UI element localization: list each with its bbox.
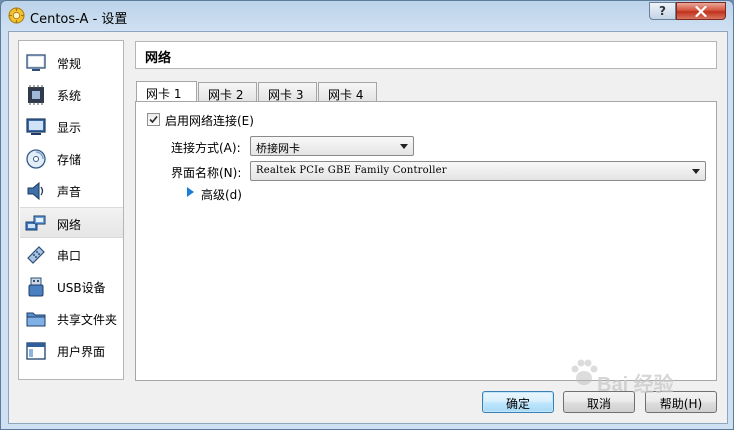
dialog-body: 常规 系统 显示 存储 声音 网络 串口 USB设备 共享文件夹 用户界面 网络… — [8, 31, 728, 424]
tab-label: 网卡 2 — [208, 88, 244, 102]
sidebar-item-label: 共享文件夹 — [57, 313, 118, 327]
sidebar-item-serial[interactable]: 串口 — [20, 239, 123, 270]
ok-button-label: 确定 — [505, 397, 530, 411]
cancel-button-label: 取消 — [586, 397, 611, 411]
cancel-button[interactable]: 取消 — [563, 391, 635, 413]
sidebar-item-label: 显示 — [57, 121, 82, 135]
help-button[interactable]: 帮助(H) — [645, 391, 717, 413]
sidebar-item-user-interface[interactable]: 用户界面 — [20, 335, 123, 366]
usb-icon — [28, 277, 44, 297]
sidebar-item-label: 网络 — [57, 218, 82, 232]
sidebar-item-display[interactable]: 显示 — [20, 111, 123, 142]
sidebar-item-label: 用户界面 — [57, 345, 106, 359]
user-interface-icon — [26, 342, 46, 360]
virtualbox-app-icon — [8, 7, 25, 24]
window-title: Centos-A - 设置 — [30, 12, 128, 27]
expand-arrow-icon[interactable] — [185, 186, 201, 198]
tab-label: 网卡 4 — [328, 88, 364, 102]
settings-sidebar: 常规 系统 显示 存储 声音 网络 串口 USB设备 共享文件夹 用户界面 — [18, 40, 124, 380]
help-icon: ? — [659, 4, 666, 18]
enable-network-checkbox[interactable] — [147, 113, 160, 126]
settings-window: Centos-A - 设置 ? 常规 系统 显示 存储 声音 网络 串口 USB… — [0, 0, 734, 430]
title-bar[interactable]: Centos-A - 设置 ? — [1, 1, 733, 31]
titlebar-close-button[interactable] — [676, 2, 726, 20]
close-icon — [695, 5, 707, 17]
sidebar-item-shared-folders[interactable]: 共享文件夹 — [20, 303, 123, 334]
tab-label: 网卡 3 — [268, 88, 304, 102]
serial-port-icon — [27, 246, 45, 264]
sidebar-item-label: 声音 — [57, 185, 82, 199]
tab-label: 网卡 1 — [146, 87, 182, 101]
display-icon — [26, 118, 46, 135]
help-button-label: 帮助(H) — [659, 397, 703, 411]
sidebar-item-label: USB设备 — [57, 281, 106, 295]
enable-network-label[interactable]: 启用网络连接(E) — [165, 112, 254, 129]
chevron-down-icon — [400, 144, 408, 149]
network-icon — [25, 215, 46, 231]
sidebar-item-usb[interactable]: USB设备 — [20, 271, 123, 302]
chip-system-icon — [28, 85, 44, 105]
titlebar-help-button[interactable]: ? — [649, 2, 676, 20]
sidebar-item-system[interactable]: 系统 — [20, 79, 123, 110]
sidebar-item-audio[interactable]: 声音 — [20, 175, 123, 206]
attached-to-value: 桥接网卡 — [256, 142, 300, 155]
attached-to-label: 连接方式(A): — [171, 141, 241, 155]
sidebar-item-storage[interactable]: 存储 — [20, 143, 123, 174]
speaker-icon — [27, 181, 44, 201]
adapter-name-label: 界面名称(N): — [171, 166, 242, 180]
tab-adapter-1[interactable]: 网卡 1 — [136, 81, 197, 103]
page-title: 网络 — [145, 51, 172, 66]
sidebar-item-label: 串口 — [57, 249, 82, 263]
sidebar-item-label: 系统 — [57, 89, 82, 103]
advanced-toggle-label[interactable]: 高级(d) — [201, 186, 242, 203]
sidebar-item-label: 存储 — [57, 153, 82, 167]
sidebar-item-general[interactable]: 常规 — [20, 47, 123, 78]
checkmark-icon — [149, 115, 158, 124]
adapter-name-select[interactable]: Realtek PCIe GBE Family Controller — [250, 161, 706, 181]
adapter-name-value: Realtek PCIe GBE Family Controller — [256, 165, 447, 176]
sidebar-item-network[interactable]: 网络 — [20, 207, 123, 238]
tab-adapter-2[interactable]: 网卡 2 — [198, 82, 257, 102]
tab-adapter-3[interactable]: 网卡 3 — [258, 82, 317, 102]
adapter-panel: 启用网络连接(E) 连接方式(A): 桥接网卡 界面名称(N): Realtek… — [135, 101, 717, 381]
page-title-box: 网络 — [135, 41, 717, 69]
tab-adapter-4[interactable]: 网卡 4 — [318, 82, 377, 102]
monitor-general-icon — [26, 54, 46, 71]
attached-to-select[interactable]: 桥接网卡 — [250, 136, 414, 156]
storage-disc-icon — [26, 149, 46, 169]
sidebar-item-label: 常规 — [57, 57, 82, 71]
chevron-down-icon — [692, 169, 700, 174]
shared-folder-icon — [26, 312, 46, 327]
ok-button[interactable]: 确定 — [482, 391, 554, 413]
